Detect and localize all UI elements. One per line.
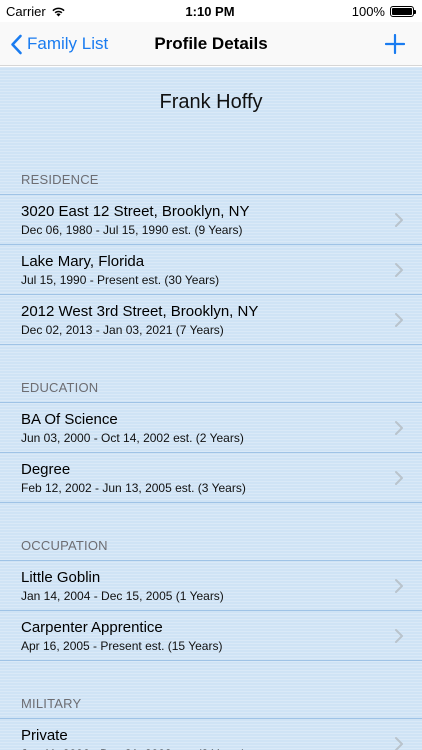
section-header-education: EDUCATION	[21, 380, 99, 395]
status-time: 1:10 PM	[185, 3, 235, 19]
section-residence: 3020 East 12 Street, Brooklyn, NY Dec 06,…	[0, 194, 422, 345]
section-military: Private Jan 11, 2006 - Dec 31, 2008 est. …	[0, 718, 422, 750]
person-name: Frank Hoffy	[159, 90, 263, 113]
list-item[interactable]: 2012 West 3rd Street, Brooklyn, NY Dec 02…	[0, 295, 422, 345]
list-item[interactable]: BA Of Science Jun 03, 2000 - Oct 14, 2002…	[0, 403, 422, 453]
list-item-title: Carpenter Apprentice	[21, 619, 163, 636]
chevron-right-icon	[395, 471, 403, 485]
section-header-military: MILITARY	[21, 696, 82, 711]
list-item-title: Private	[21, 727, 68, 744]
section-header-occupation: OCCUPATION	[21, 538, 108, 553]
chevron-right-icon	[395, 263, 403, 277]
status-bar: Carrier 1:10 PM 100%	[0, 0, 422, 22]
back-button[interactable]: Family List	[10, 22, 108, 66]
back-button-label: Family List	[27, 34, 109, 53]
list-item-title: BA Of Science	[21, 411, 118, 428]
list-item-title: 2012 West 3rd Street, Brooklyn, NY	[21, 303, 259, 320]
chevron-right-icon	[395, 629, 403, 643]
list-item[interactable]: Carpenter Apprentice Apr 16, 2005 - Prese…	[0, 611, 422, 661]
list-item-title: Lake Mary, Florida	[21, 253, 145, 270]
chevron-right-icon	[395, 737, 403, 750]
section-education: BA Of Science Jun 03, 2000 - Oct 14, 2002…	[0, 402, 422, 503]
list-item-subtitle: Dec 02, 2013 - Jan 03, 2021 (7 Years)	[21, 323, 224, 337]
list-item-subtitle: Dec 06, 1980 - Jul 15, 1990 est. (9 Year…	[21, 223, 243, 237]
list-item-title: 3020 East 12 Street, Brooklyn, NY	[21, 203, 250, 220]
profile-content[interactable]: Frank Hoffy RESIDENCE 3020 East 12 Street…	[0, 67, 422, 750]
list-item[interactable]: Little Goblin Jan 14, 2004 - Dec 15, 2005…	[0, 561, 422, 611]
list-item-subtitle: Feb 12, 2002 - Jun 13, 2005 est. (3 Year…	[21, 481, 246, 495]
chevron-right-icon	[395, 579, 403, 593]
plus-icon	[385, 34, 405, 54]
carrier-label: Carrier	[6, 3, 46, 19]
list-item-title: Little Goblin	[21, 569, 101, 586]
wifi-icon	[52, 7, 65, 16]
battery-percent: 100%	[351, 3, 385, 19]
add-button[interactable]	[380, 22, 410, 66]
list-item[interactable]: Lake Mary, Florida Jul 15, 1990 - Present…	[0, 245, 422, 295]
list-item[interactable]: 3020 East 12 Street, Brooklyn, NY Dec 06,…	[0, 195, 422, 245]
chevron-right-icon	[395, 421, 403, 435]
chevron-right-icon	[395, 213, 403, 227]
navigation-bar: Family List Profile Details	[0, 22, 422, 66]
chevron-right-icon	[395, 313, 403, 327]
list-item-subtitle: Jan 11, 2006 - Dec 31, 2008 est. (2 Year…	[21, 746, 422, 750]
battery-icon	[389, 5, 416, 17]
list-item-subtitle: Jan 14, 2004 - Dec 15, 2005 (1 Years)	[21, 589, 224, 603]
list-item-title: Degree	[21, 461, 71, 478]
section-header-residence: RESIDENCE	[21, 172, 99, 187]
list-item[interactable]: Private Jan 11, 2006 - Dec 31, 2008 est. …	[0, 719, 422, 750]
section-occupation: Little Goblin Jan 14, 2004 - Dec 15, 2005…	[0, 560, 422, 661]
list-item[interactable]: Degree Feb 12, 2002 - Jun 13, 2005 est. (…	[0, 453, 422, 503]
list-item-subtitle: Apr 16, 2005 - Present est. (15 Years)	[21, 639, 223, 653]
sections-list: RESIDENCE 3020 East 12 Street, Brooklyn, …	[0, 137, 422, 750]
list-item-subtitle: Jun 03, 2000 - Oct 14, 2002 est. (2 Year…	[21, 431, 244, 445]
chevron-left-icon	[11, 34, 22, 54]
list-item-subtitle: Jul 15, 1990 - Present est. (30 Years)	[21, 273, 220, 287]
